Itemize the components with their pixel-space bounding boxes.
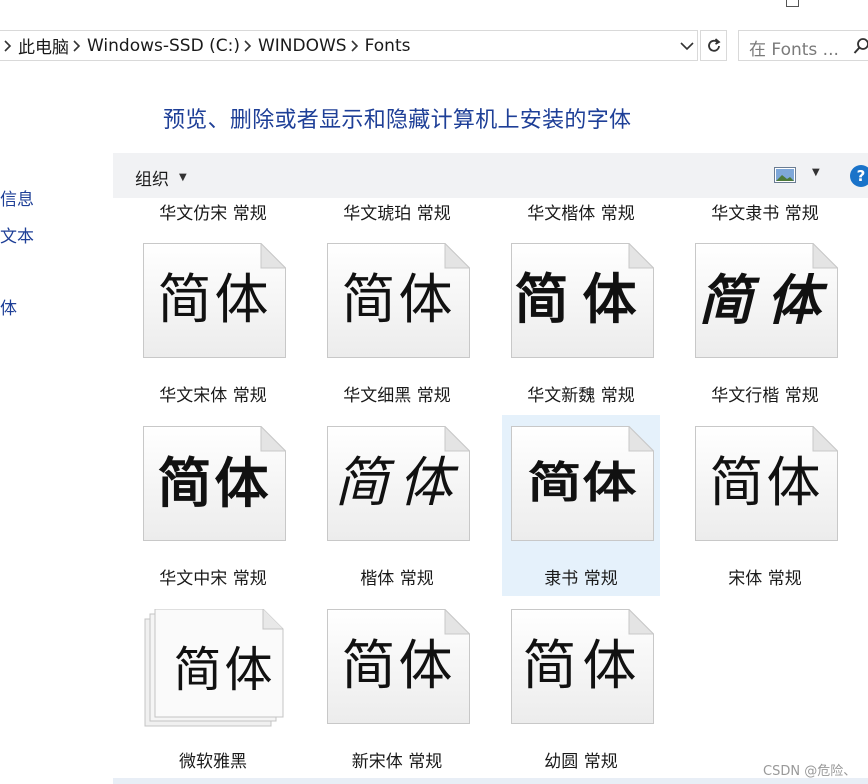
view-options-dropdown-icon[interactable]: ▼ [812, 167, 820, 178]
crumb-drive[interactable]: Windows-SSD (C:) [87, 36, 240, 56]
font-tile[interactable]: 简体 微软雅黑 [114, 599, 284, 777]
address-bar[interactable]: 此电脑 Windows-SSD (C:) WINDOWS Fonts [0, 30, 698, 61]
font-tile[interactable]: 简体 华文新魏 常规 [482, 233, 654, 411]
nav-link-info[interactable]: 信息 [0, 185, 34, 210]
crumb-windows[interactable]: WINDOWS [258, 36, 347, 56]
chevron-right-icon[interactable] [73, 39, 81, 52]
help-icon[interactable]: ? [850, 165, 868, 187]
search-placeholder: 在 Fonts ... [749, 40, 839, 60]
dropdown-arrow-icon: ▼ [179, 172, 187, 183]
change-view-icon[interactable] [774, 167, 796, 183]
font-tile[interactable]: 简体 隶书 常规 [502, 415, 660, 596]
font-tile[interactable]: 简体 华文中宋 常规 [114, 416, 286, 594]
chevron-right-icon[interactable] [351, 39, 359, 52]
refresh-button[interactable] [700, 30, 727, 61]
organize-button[interactable]: 组织 ▼ [135, 165, 187, 190]
nav-link-font[interactable]: 体 [0, 294, 17, 319]
font-label: 宋体 常规 [728, 569, 802, 589]
watermark: CSDN @危险、 [763, 764, 857, 779]
font-sample-text: 简体 [527, 457, 638, 508]
font-tile[interactable]: 简体 华文细黑 常规 [298, 233, 470, 411]
font-file-icon: 简体 [327, 609, 470, 724]
font-file-icon: 简体 [327, 243, 470, 358]
font-family-stack-icon: 简体 [143, 609, 286, 727]
maximize-button[interactable] [786, 0, 799, 7]
search-icon[interactable] [853, 37, 868, 55]
crumb-fonts[interactable]: Fonts [365, 36, 411, 56]
font-file-icon: 简体 [143, 426, 286, 541]
address-history-dropdown-icon[interactable] [679, 38, 695, 54]
font-file-icon: 简体 [695, 243, 838, 358]
font-sample-text: 简体 [157, 451, 272, 515]
font-label: 华文行楷 常规 [711, 386, 819, 406]
chevron-right-icon[interactable] [4, 39, 12, 52]
font-sample-text: 简体 [173, 642, 276, 698]
font-file-icon: 简体 [327, 426, 470, 541]
font-sample-text: 简体 [341, 634, 456, 697]
crumb-this-pc[interactable]: 此电脑 [18, 33, 69, 58]
font-file-icon: 简体 [143, 243, 286, 358]
search-input[interactable]: 在 Fonts ... [738, 30, 868, 61]
font-sample-text: 简体 [341, 268, 456, 331]
organize-label: 组织 [135, 170, 169, 190]
font-file-icon: 简体 [511, 426, 654, 541]
font-sample-text: 简体 [709, 451, 824, 514]
font-sample-text: 简体 [698, 268, 835, 332]
font-sample-text: 简体 [334, 451, 463, 514]
font-sample-text: 简体 [522, 634, 643, 697]
font-file-icon: 简体 [695, 426, 838, 541]
font-file-icon: 简体 [511, 609, 654, 724]
font-tile[interactable]: 简体 宋体 常规 [666, 416, 838, 594]
font-label: 幼圆 常规 [544, 752, 618, 772]
page-title: 预览、删除或者显示和隐藏计算机上安装的字体 [163, 108, 632, 133]
chevron-right-icon[interactable] [244, 39, 252, 52]
font-tile[interactable]: 简体 楷体 常规 [298, 416, 470, 594]
font-tile[interactable]: 简体 新宋体 常规 [298, 599, 470, 777]
font-file-icon: 简体 [511, 243, 654, 358]
nav-link-text[interactable]: 文本 [0, 222, 34, 247]
font-label[interactable]: 华文隶书 常规 [651, 199, 868, 224]
breadcrumb: 此电脑 Windows-SSD (C:) WINDOWS Fonts [0, 31, 410, 60]
font-tile[interactable]: 简体 华文行楷 常规 [666, 233, 838, 411]
command-bar: 组织 ▼ ▼ ? [113, 153, 868, 198]
font-tile[interactable]: 简体 华文宋体 常规 [114, 233, 286, 411]
font-sample-text: 简体 [514, 268, 651, 331]
font-sample-text: 简体 [157, 268, 272, 331]
refresh-icon [707, 37, 721, 52]
font-tile[interactable]: 简体 幼圆 常规 [482, 599, 654, 777]
scroll-edge [113, 778, 868, 784]
